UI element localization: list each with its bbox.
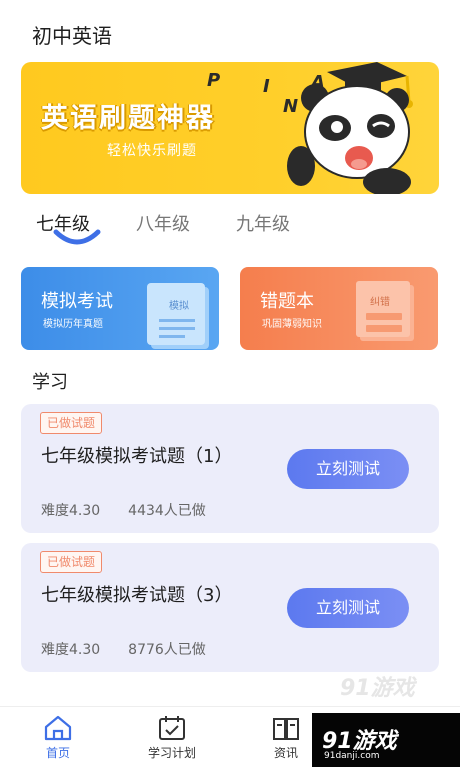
test-card[interactable]: 已做试题 七年级模拟考试题（1） 难度4.30 4434人已做 立刻测试 [21,404,439,533]
watermark-url: 91danji.com [324,751,380,761]
document-icon [147,283,209,349]
start-test-button[interactable]: 立刻测试 [287,449,409,489]
nav-item-study-plan[interactable]: 学习计划 [132,715,212,761]
test-title: 七年级模拟考试题（3） [41,585,233,606]
mock-doc-label: 模拟 [169,301,189,312]
start-test-button[interactable]: 立刻测试 [287,588,409,628]
calendar-check-icon [159,716,185,740]
banner-subtitle: 轻松快乐刷题 [107,143,197,159]
test-participants: 8776人已做 [128,642,206,658]
test-difficulty: 难度4.30 [41,503,101,519]
test-meta: 难度4.30 4434人已做 [41,500,206,520]
panda-mascot-icon [287,62,413,194]
nav-item-home[interactable]: 首页 [18,715,98,761]
section-title-study: 学习 [32,372,68,393]
test-difficulty: 难度4.30 [41,642,101,658]
mock-exam-card[interactable]: 模拟考试 模拟历年真题 模拟 [21,267,219,350]
promo-banner[interactable]: 英语刷题神器 轻松快乐刷题 P I A N [21,62,439,194]
test-meta: 难度4.30 8776人已做 [41,639,206,659]
wrong-questions-card[interactable]: 错题本 巩固薄弱知识 纠错 [240,267,438,350]
watermark-logo: 91游戏 [340,676,415,701]
test-title: 七年级模拟考试题（1） [41,446,233,467]
tab-grade-9[interactable]: 九年级 [236,210,290,236]
wrong-questions-subtitle: 巩固薄弱知识 [262,319,322,330]
mock-exam-title: 模拟考试 [41,291,113,312]
nav-label: 首页 [45,746,70,760]
page-title: 初中英语 [32,24,112,48]
home-icon [44,715,72,741]
test-participants: 4434人已做 [128,503,206,519]
wrong-doc-label: 纠错 [370,297,390,308]
wrong-questions-title: 错题本 [260,291,314,312]
mock-exam-subtitle: 模拟历年真题 [43,319,103,330]
done-badge: 已做试题 [40,412,103,434]
nav-label: 资讯 [273,746,298,760]
banner-title: 英语刷题神器 [41,103,215,134]
active-tab-indicator [53,229,101,245]
banner-letter: P [207,70,221,91]
nav-label: 学习计划 [147,746,196,760]
scroll-document-icon [356,281,414,341]
watermark-overlay: 91游戏 91danji.com [312,713,460,767]
done-badge: 已做试题 [40,551,103,573]
book-icon [273,718,299,740]
tab-grade-8[interactable]: 八年级 [136,210,190,236]
test-card[interactable]: 已做试题 七年级模拟考试题（3） 难度4.30 8776人已做 立刻测试 [21,543,439,672]
